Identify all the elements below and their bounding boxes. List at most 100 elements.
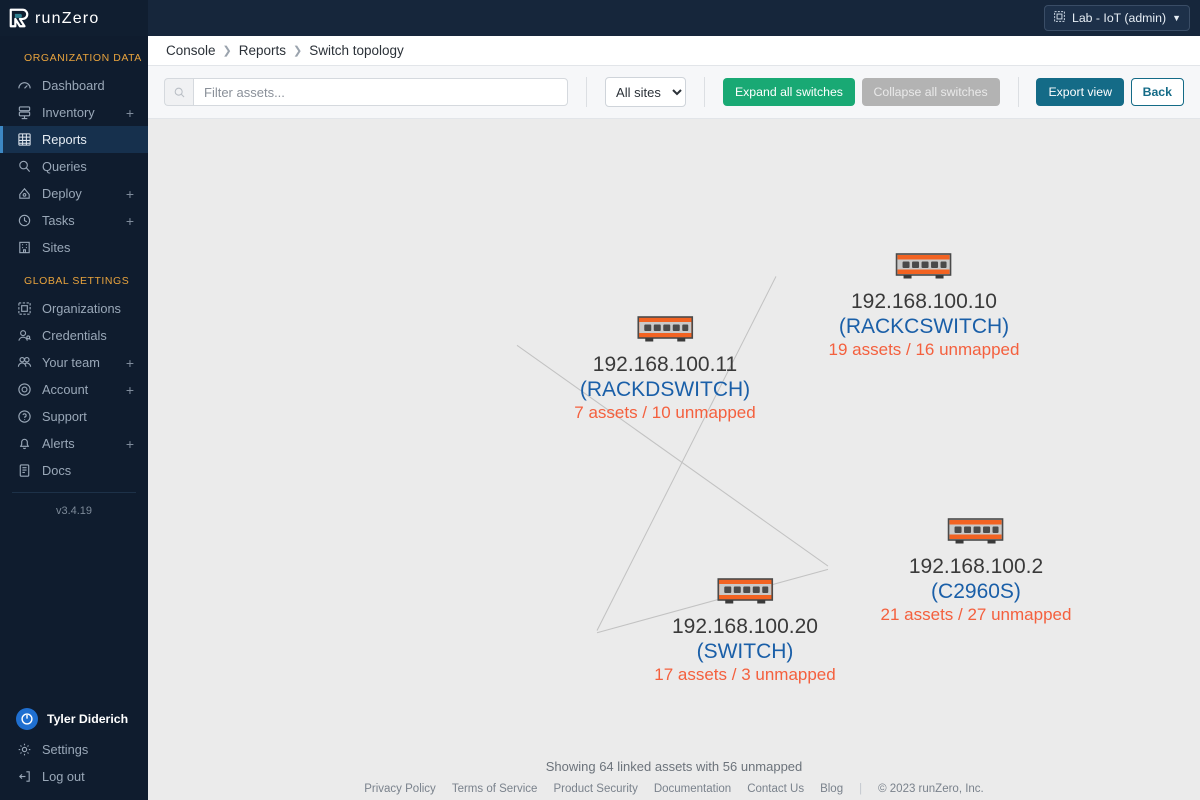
- sidebar-item-support[interactable]: Support: [0, 403, 148, 430]
- topology-canvas[interactable]: 192.168.100.10 (RACKCSWITCH) 19 assets /…: [148, 119, 1200, 800]
- sidebar-item-label: Support: [42, 409, 87, 424]
- organizations-icon: [16, 300, 33, 317]
- account-icon: [16, 381, 33, 398]
- node-ip: 192.168.100.11: [592, 353, 738, 376]
- sidebar-item-label: Log out: [42, 769, 85, 784]
- footer-link-documentation[interactable]: Documentation: [654, 783, 731, 795]
- topology-node-rackcswitch[interactable]: 192.168.100.10 (RACKCSWITCH) 19 assets /…: [828, 252, 1020, 361]
- sidebar-item-label: Sites: [42, 240, 71, 255]
- sidebar-item-your-team[interactable]: Your team +: [0, 349, 148, 376]
- topology-node-c2960s[interactable]: 192.168.100.2 (C2960S) 21 assets / 27 un…: [881, 517, 1071, 626]
- organization-selector[interactable]: Lab - IoT (admin) ▼: [1043, 5, 1190, 31]
- collapse-all-switches-button[interactable]: Collapse all switches: [861, 78, 1000, 106]
- sidebar-item-account[interactable]: Account +: [0, 376, 148, 403]
- expand-inventory-icon[interactable]: +: [126, 106, 138, 120]
- support-icon: [16, 408, 33, 425]
- expand-tasks-icon[interactable]: +: [126, 214, 138, 228]
- node-counts: 7 assets / 10 unmapped: [574, 403, 756, 422]
- node-name: (RACKDSWITCH): [579, 378, 751, 401]
- sidebar-item-sites[interactable]: Sites: [0, 234, 148, 261]
- node-counts: 17 assets / 3 unmapped: [654, 665, 836, 684]
- node-counts: 19 assets / 16 unmapped: [828, 340, 1020, 359]
- topology-edges: [516, 276, 829, 634]
- breadcrumb-item-switch-topology: Switch topology: [309, 43, 404, 58]
- sites-icon: [16, 239, 33, 256]
- docs-icon: [16, 462, 33, 479]
- footer-divider: |: [859, 783, 863, 795]
- sidebar-section-title-global-settings: GLOBAL SETTINGS: [24, 275, 130, 287]
- sidebar: runZero ORGANIZATION DATA Dashboard Inve…: [0, 0, 148, 800]
- footer-link-contact-us[interactable]: Contact Us: [747, 783, 804, 795]
- runzero-wordmark: runZero: [35, 9, 133, 27]
- logout-icon: [16, 768, 33, 785]
- sidebar-item-label: Alerts: [42, 436, 75, 451]
- chevron-down-icon: ▼: [1172, 13, 1181, 23]
- footer-link-terms-of-service[interactable]: Terms of Service: [452, 783, 538, 795]
- sidebar-item-organizations[interactable]: Organizations: [0, 295, 148, 322]
- sidebar-item-label: Reports: [42, 132, 87, 147]
- search-group: [164, 78, 569, 106]
- runzero-logo-icon[interactable]: [8, 7, 30, 29]
- user-name: Tyler Diderich: [47, 712, 129, 726]
- sidebar-item-alerts[interactable]: Alerts +: [0, 430, 148, 457]
- user-avatar-icon: [16, 708, 38, 730]
- sidebar-section-title-organization-data: ORGANIZATION DATA: [24, 52, 142, 64]
- sidebar-item-docs[interactable]: Docs: [0, 457, 148, 484]
- sidebar-item-reports[interactable]: Reports: [0, 126, 148, 153]
- sidebar-user-block: Tyler Diderich Settings Log out: [0, 702, 148, 800]
- toolbar-divider: [704, 77, 705, 107]
- organization-label: Lab - IoT (admin): [1071, 11, 1167, 25]
- footer-link-product-security[interactable]: Product Security: [553, 783, 637, 795]
- expand-all-switches-button[interactable]: Expand all switches: [722, 78, 855, 106]
- topology-node-rackdswitch[interactable]: 192.168.100.11 (RACKDSWITCH) 7 assets / …: [574, 315, 756, 424]
- sidebar-item-deploy[interactable]: Deploy +: [0, 180, 148, 207]
- sidebar-item-credentials[interactable]: Credentials: [0, 322, 148, 349]
- breadcrumb-separator-icon: ❯: [293, 45, 303, 57]
- export-view-button[interactable]: Export view: [1036, 78, 1125, 106]
- node-ip: 192.168.100.10: [851, 290, 997, 313]
- search-input[interactable]: [193, 78, 569, 106]
- gear-icon: [16, 741, 33, 758]
- site-filter-select[interactable]: All sites: [605, 77, 687, 107]
- node-ip: 192.168.100.20: [672, 615, 818, 638]
- user-profile[interactable]: Tyler Diderich: [0, 702, 148, 736]
- node-name: (SWITCH): [696, 640, 794, 663]
- expand-deploy-icon[interactable]: +: [126, 187, 138, 201]
- sidebar-item-inventory[interactable]: Inventory +: [0, 99, 148, 126]
- topology-node-switch[interactable]: 192.168.100.20 (SWITCH) 17 assets / 3 un…: [654, 577, 836, 686]
- dashboard-icon: [16, 77, 33, 94]
- sidebar-logo-bar: runZero: [0, 0, 148, 36]
- switch-device-icon: [654, 577, 835, 610]
- search-icon[interactable]: [164, 78, 193, 106]
- sidebar-nav: ORGANIZATION DATA Dashboard Inventory + …: [0, 36, 148, 702]
- alerts-bell-icon: [16, 435, 33, 452]
- breadcrumb-item-console[interactable]: Console: [166, 43, 216, 58]
- tasks-icon: [16, 212, 33, 229]
- topology-status-text: Showing 64 linked assets with 56 unmappe…: [545, 759, 803, 774]
- footer-link-privacy-policy[interactable]: Privacy Policy: [364, 783, 436, 795]
- back-button[interactable]: Back: [1130, 78, 1184, 106]
- expand-your-team-icon[interactable]: +: [126, 356, 138, 370]
- sidebar-item-label: Settings: [42, 742, 89, 757]
- expand-account-icon[interactable]: +: [126, 383, 138, 397]
- sidebar-item-tasks[interactable]: Tasks +: [0, 207, 148, 234]
- breadcrumb-separator-icon: ❯: [222, 45, 232, 57]
- sidebar-item-log-out[interactable]: Log out: [0, 763, 148, 790]
- expand-alerts-icon[interactable]: +: [126, 437, 138, 451]
- footer-link-blog[interactable]: Blog: [820, 783, 843, 795]
- footer-copyright: © 2023 runZero, Inc.: [878, 783, 984, 795]
- queries-icon: [16, 158, 33, 175]
- sidebar-item-label: Queries: [42, 159, 87, 174]
- sidebar-item-label: Credentials: [42, 328, 107, 343]
- page-footer: Privacy Policy Terms of Service Product …: [148, 778, 1200, 800]
- main-area: Lab - IoT (admin) ▼ Console ❯ Reports ❯ …: [148, 0, 1200, 800]
- switch-device-icon: [829, 252, 1020, 285]
- team-icon: [16, 354, 33, 371]
- toolbar-divider: [1017, 77, 1019, 107]
- breadcrumb-item-reports[interactable]: Reports: [239, 43, 286, 58]
- sidebar-item-queries[interactable]: Queries: [0, 153, 148, 180]
- sidebar-item-dashboard[interactable]: Dashboard: [0, 72, 148, 99]
- toolbar: All sites Expand all switches Collapse a…: [148, 65, 1200, 119]
- svg-text:runZero: runZero: [35, 10, 99, 27]
- sidebar-item-settings[interactable]: Settings: [0, 736, 148, 763]
